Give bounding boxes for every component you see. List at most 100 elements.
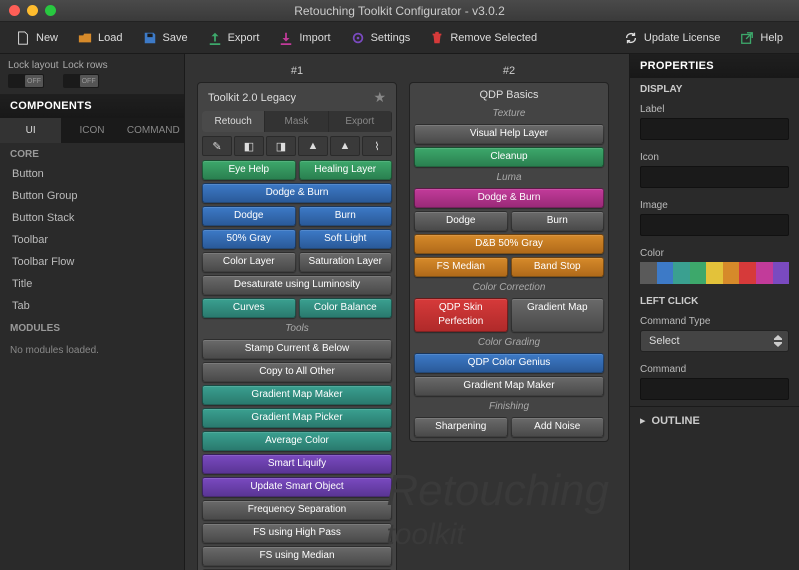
left-sidebar: Lock layoutOFF Lock rowsOFF COMPONENTS U…	[0, 54, 185, 570]
swatch-magenta[interactable]	[756, 262, 773, 284]
download-icon	[279, 31, 293, 45]
image-input[interactable]	[640, 214, 789, 236]
saturation-layer-button[interactable]: Saturation Layer	[299, 252, 393, 272]
label-input[interactable]	[640, 118, 789, 140]
swatch-blue[interactable]	[657, 262, 674, 284]
new-button[interactable]: New	[8, 27, 66, 49]
tab-ui[interactable]: UI	[0, 118, 61, 143]
color-swatches	[640, 262, 789, 284]
qdp-skin-button[interactable]: QDP Skin Perfection	[414, 298, 508, 332]
outline-accordion[interactable]: ▸OUTLINE	[630, 406, 799, 434]
qdp-color-genius-button[interactable]: QDP Color Genius	[414, 353, 604, 373]
cleanup-button[interactable]: Cleanup	[414, 147, 604, 167]
fs-high-pass-button[interactable]: FS using High Pass	[202, 523, 392, 543]
core-item[interactable]: Tab	[0, 295, 184, 317]
dodge-burn-button[interactable]: Dodge & Burn	[202, 183, 392, 203]
eraser2-icon[interactable]: ◨	[266, 136, 296, 156]
fs-median-2-button[interactable]: FS Median	[414, 257, 508, 277]
add-noise-button[interactable]: Add Noise	[511, 417, 605, 437]
panel-toolkit-legacy[interactable]: Toolkit 2.0 Legacy★ Retouch Mask Export …	[197, 82, 397, 570]
curves-button[interactable]: Curves	[202, 298, 296, 318]
desaturate-button[interactable]: Desaturate using Luminosity	[202, 275, 392, 295]
eraser-icon[interactable]: ◧	[234, 136, 264, 156]
tools-label: Tools	[202, 321, 392, 336]
command-input[interactable]	[640, 378, 789, 400]
lock-rows-label: Lock rows	[63, 60, 108, 71]
average-color-button[interactable]: Average Color	[202, 431, 392, 451]
stamp-current-button[interactable]: Stamp Current & Below	[202, 339, 392, 359]
stamp-icon[interactable]: ▲	[298, 136, 328, 156]
remove-button[interactable]: Remove Selected	[422, 27, 545, 49]
tab-command[interactable]: COMMAND	[123, 118, 184, 143]
close-icon[interactable]	[9, 5, 20, 16]
band-stop-2-button[interactable]: Band Stop	[511, 257, 605, 277]
swatch-teal[interactable]	[673, 262, 690, 284]
burn-2-button[interactable]: Burn	[511, 211, 605, 231]
update-smart-object-button[interactable]: Update Smart Object	[202, 477, 392, 497]
settings-button[interactable]: Settings	[343, 27, 419, 49]
minimize-icon[interactable]	[27, 5, 38, 16]
lock-layout-toggle[interactable]: OFF	[8, 74, 44, 88]
gradient-map-maker-2-button[interactable]: Gradient Map Maker	[414, 376, 604, 396]
burn-button[interactable]: Burn	[299, 206, 393, 226]
tab-retouch[interactable]: Retouch	[202, 111, 265, 132]
color-balance-button[interactable]: Color Balance	[299, 298, 393, 318]
star-icon[interactable]: ★	[373, 89, 386, 106]
update-license-button[interactable]: Update License	[616, 27, 728, 49]
maximize-icon[interactable]	[45, 5, 56, 16]
healing-layer-button[interactable]: Healing Layer	[299, 160, 393, 180]
import-button[interactable]: Import	[271, 27, 338, 49]
lock-rows-toggle[interactable]: OFF	[63, 74, 99, 88]
brush-icon[interactable]: ✎	[202, 136, 232, 156]
50-gray-button[interactable]: 50% Gray	[202, 229, 296, 249]
gradient-map-picker-button[interactable]: Gradient Map Picker	[202, 408, 392, 428]
tab-icon[interactable]: ICON	[61, 118, 122, 143]
core-item[interactable]: Button	[0, 163, 184, 185]
tab-mask[interactable]: Mask	[265, 111, 328, 132]
properties-header: PROPERTIES	[630, 54, 799, 78]
fs-median-button[interactable]: FS using Median	[202, 546, 392, 566]
dodge-2-button[interactable]: Dodge	[414, 211, 508, 231]
icon-input[interactable]	[640, 166, 789, 188]
core-item[interactable]: Button Group	[0, 185, 184, 207]
icon-toolbar: ✎ ◧ ◨ ▲ ▲ ⌇	[202, 135, 392, 157]
sharpening-button[interactable]: Sharpening	[414, 417, 508, 437]
stamp2-icon[interactable]: ▲	[330, 136, 360, 156]
help-button[interactable]: Help	[732, 27, 791, 49]
core-item[interactable]: Toolbar	[0, 229, 184, 251]
gradient-map-button[interactable]: Gradient Map	[511, 298, 605, 332]
frequency-separation-button[interactable]: Frequency Separation	[202, 500, 392, 520]
label-label: Label	[640, 104, 789, 115]
workspace: #1 Toolkit 2.0 Legacy★ Retouch Mask Expo…	[185, 54, 629, 570]
swatch-yellow[interactable]	[706, 262, 723, 284]
visual-help-button[interactable]: Visual Help Layer	[414, 124, 604, 144]
load-button[interactable]: Load	[70, 27, 130, 49]
save-button[interactable]: Save	[135, 27, 196, 49]
db-50-gray-button[interactable]: D&B 50% Gray	[414, 234, 604, 254]
command-type-select[interactable]: Select	[640, 330, 789, 352]
gradient-map-maker-button[interactable]: Gradient Map Maker	[202, 385, 392, 405]
core-item[interactable]: Title	[0, 273, 184, 295]
color-layer-button[interactable]: Color Layer	[202, 252, 296, 272]
soft-light-button[interactable]: Soft Light	[299, 229, 393, 249]
dodge-burn-2-button[interactable]: Dodge & Burn	[414, 188, 604, 208]
healing-icon[interactable]: ⌇	[362, 136, 392, 156]
dodge-button[interactable]: Dodge	[202, 206, 296, 226]
swatch-gray[interactable]	[640, 262, 657, 284]
copy-all-button[interactable]: Copy to All Other	[202, 362, 392, 382]
core-item[interactable]: Toolbar Flow	[0, 251, 184, 273]
swatch-orange[interactable]	[723, 262, 740, 284]
tab-export[interactable]: Export	[329, 111, 392, 132]
eye-help-button[interactable]: Eye Help	[202, 160, 296, 180]
core-item[interactable]: Button Stack	[0, 207, 184, 229]
swatch-green[interactable]	[690, 262, 707, 284]
panel-qdp-basics[interactable]: QDP Basics Texture Visual Help Layer Cle…	[409, 82, 609, 442]
app-window: Retouching Toolkit Configurator - v3.0.2…	[0, 0, 799, 570]
panel-title: QDP Basics	[479, 89, 538, 101]
external-link-icon	[740, 31, 754, 45]
swatch-purple[interactable]	[773, 262, 790, 284]
smart-liquify-button[interactable]: Smart Liquify	[202, 454, 392, 474]
refresh-icon	[624, 31, 638, 45]
export-button[interactable]: Export	[200, 27, 268, 49]
swatch-red[interactable]	[739, 262, 756, 284]
